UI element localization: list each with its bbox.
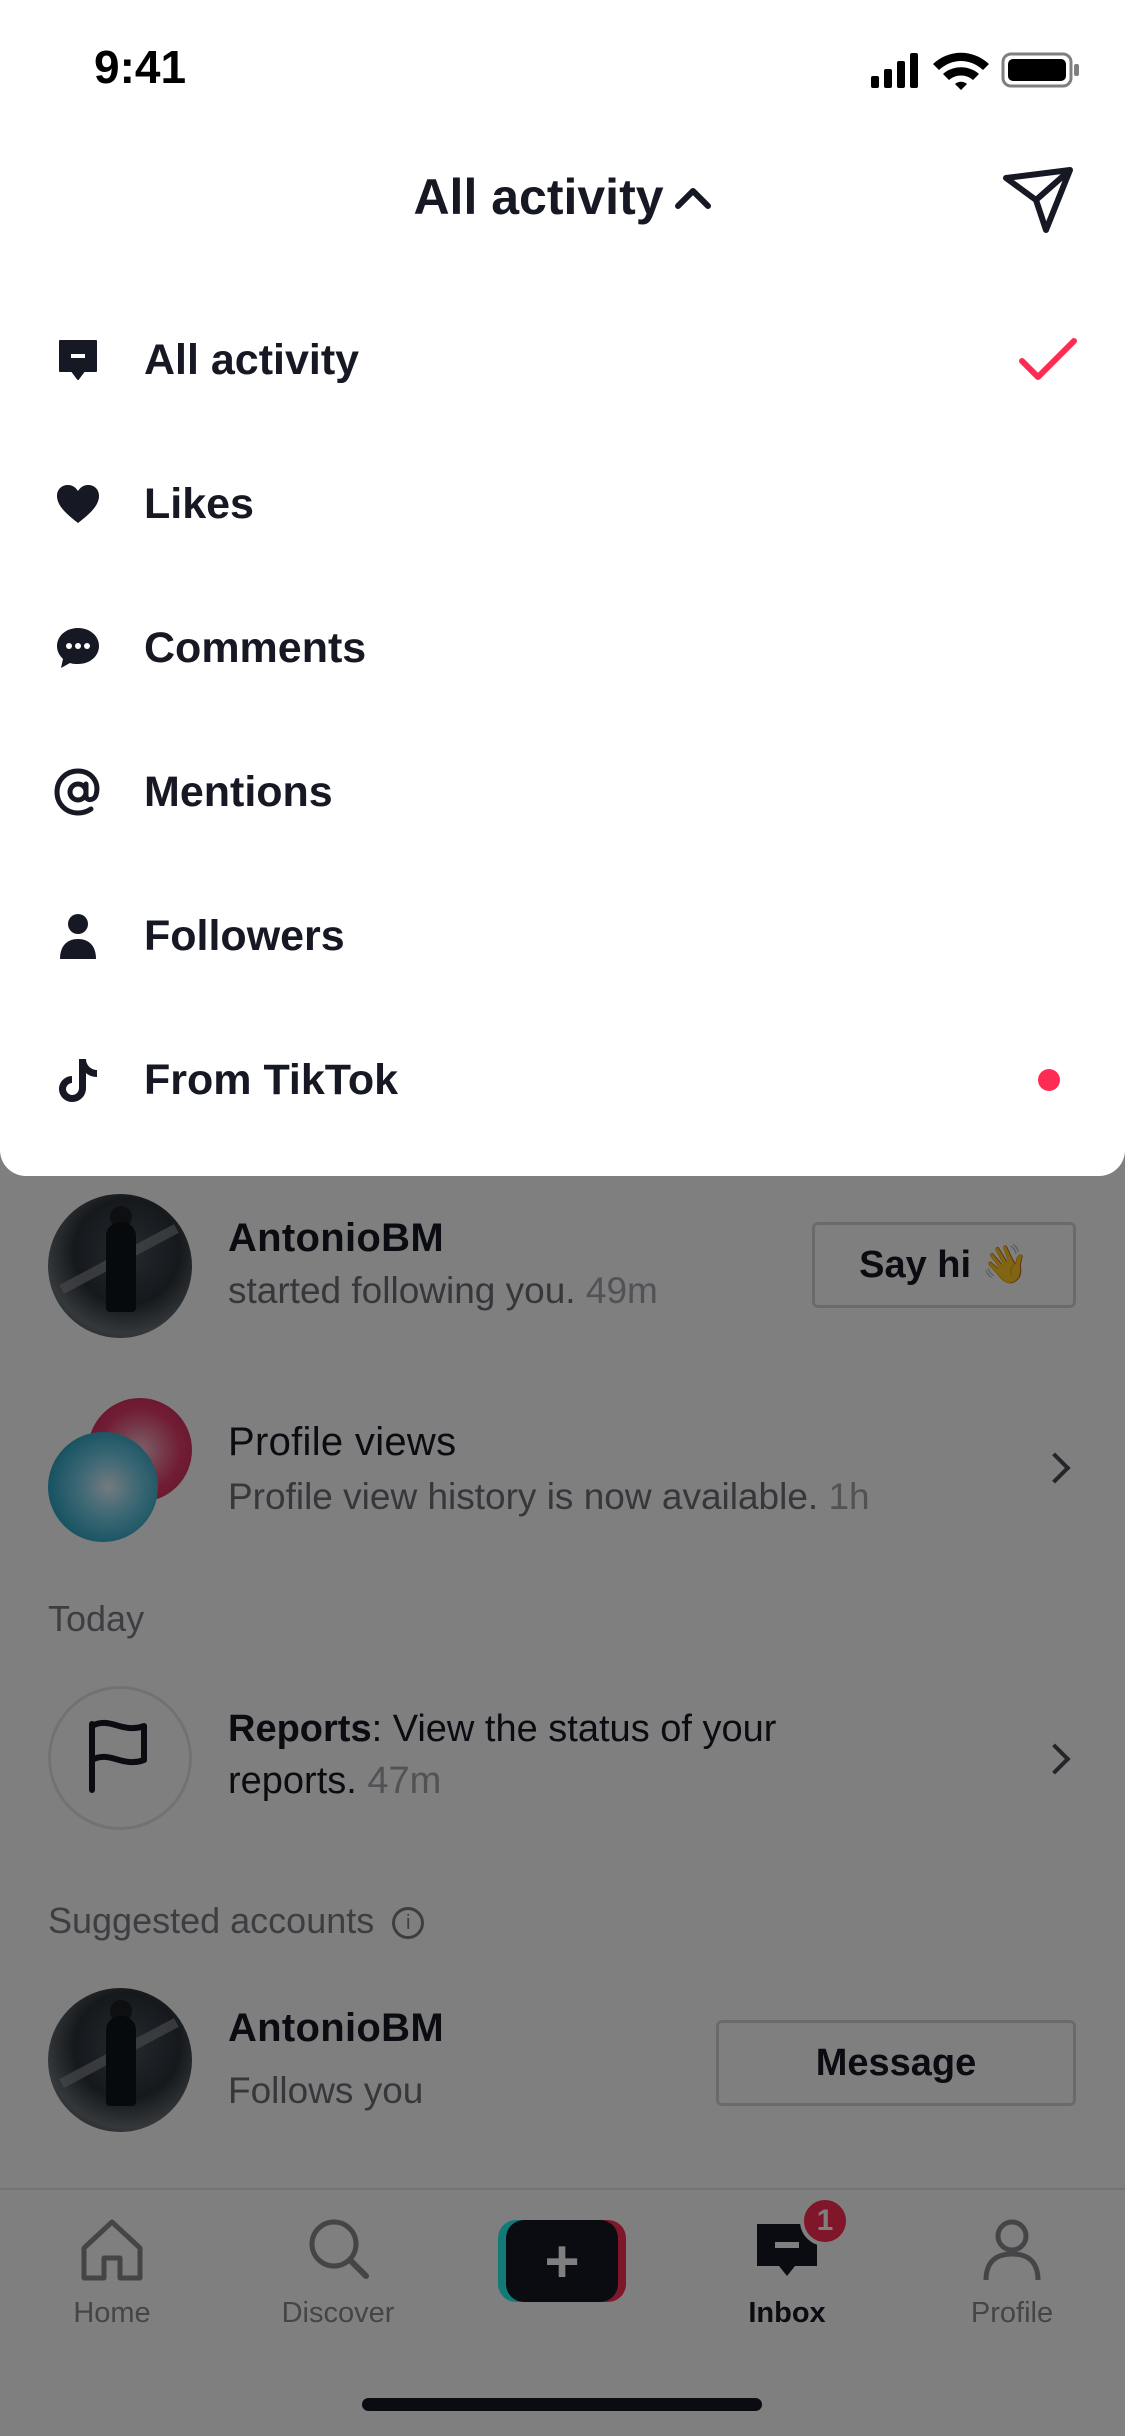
tiktok-note-icon [50, 1052, 106, 1108]
page-title: All activity [413, 169, 664, 225]
battery-icon [1001, 52, 1079, 88]
heart-icon [50, 476, 106, 532]
send-message-icon[interactable] [1002, 166, 1074, 234]
wifi-icon [933, 52, 989, 90]
checkmark-icon [1019, 338, 1077, 380]
at-sign-icon [50, 764, 106, 820]
chevron-up-icon [674, 188, 711, 209]
status-icons [871, 52, 1079, 90]
comment-box-icon [50, 332, 106, 388]
menu-item-comments[interactable]: Comments [0, 576, 1125, 720]
menu-item-followers[interactable]: Followers [0, 864, 1125, 1008]
menu-item-from-tiktok[interactable]: From TikTok [0, 1008, 1125, 1152]
status-time: 9:41 [94, 41, 187, 93]
signal-icon [871, 53, 918, 88]
person-icon [50, 908, 106, 964]
menu-item-all-activity[interactable]: All activity [0, 288, 1125, 432]
menu-item-mentions[interactable]: Mentions [0, 720, 1125, 864]
menu-item-likes[interactable]: Likes [0, 432, 1125, 576]
new-indicator-dot [1038, 1069, 1060, 1091]
activity-filter-toggle[interactable]: All activity [0, 168, 1125, 226]
chat-bubble-icon [50, 620, 106, 676]
activity-filter-menu: 9:41 All activity All activity Likes Com… [0, 0, 1125, 1176]
